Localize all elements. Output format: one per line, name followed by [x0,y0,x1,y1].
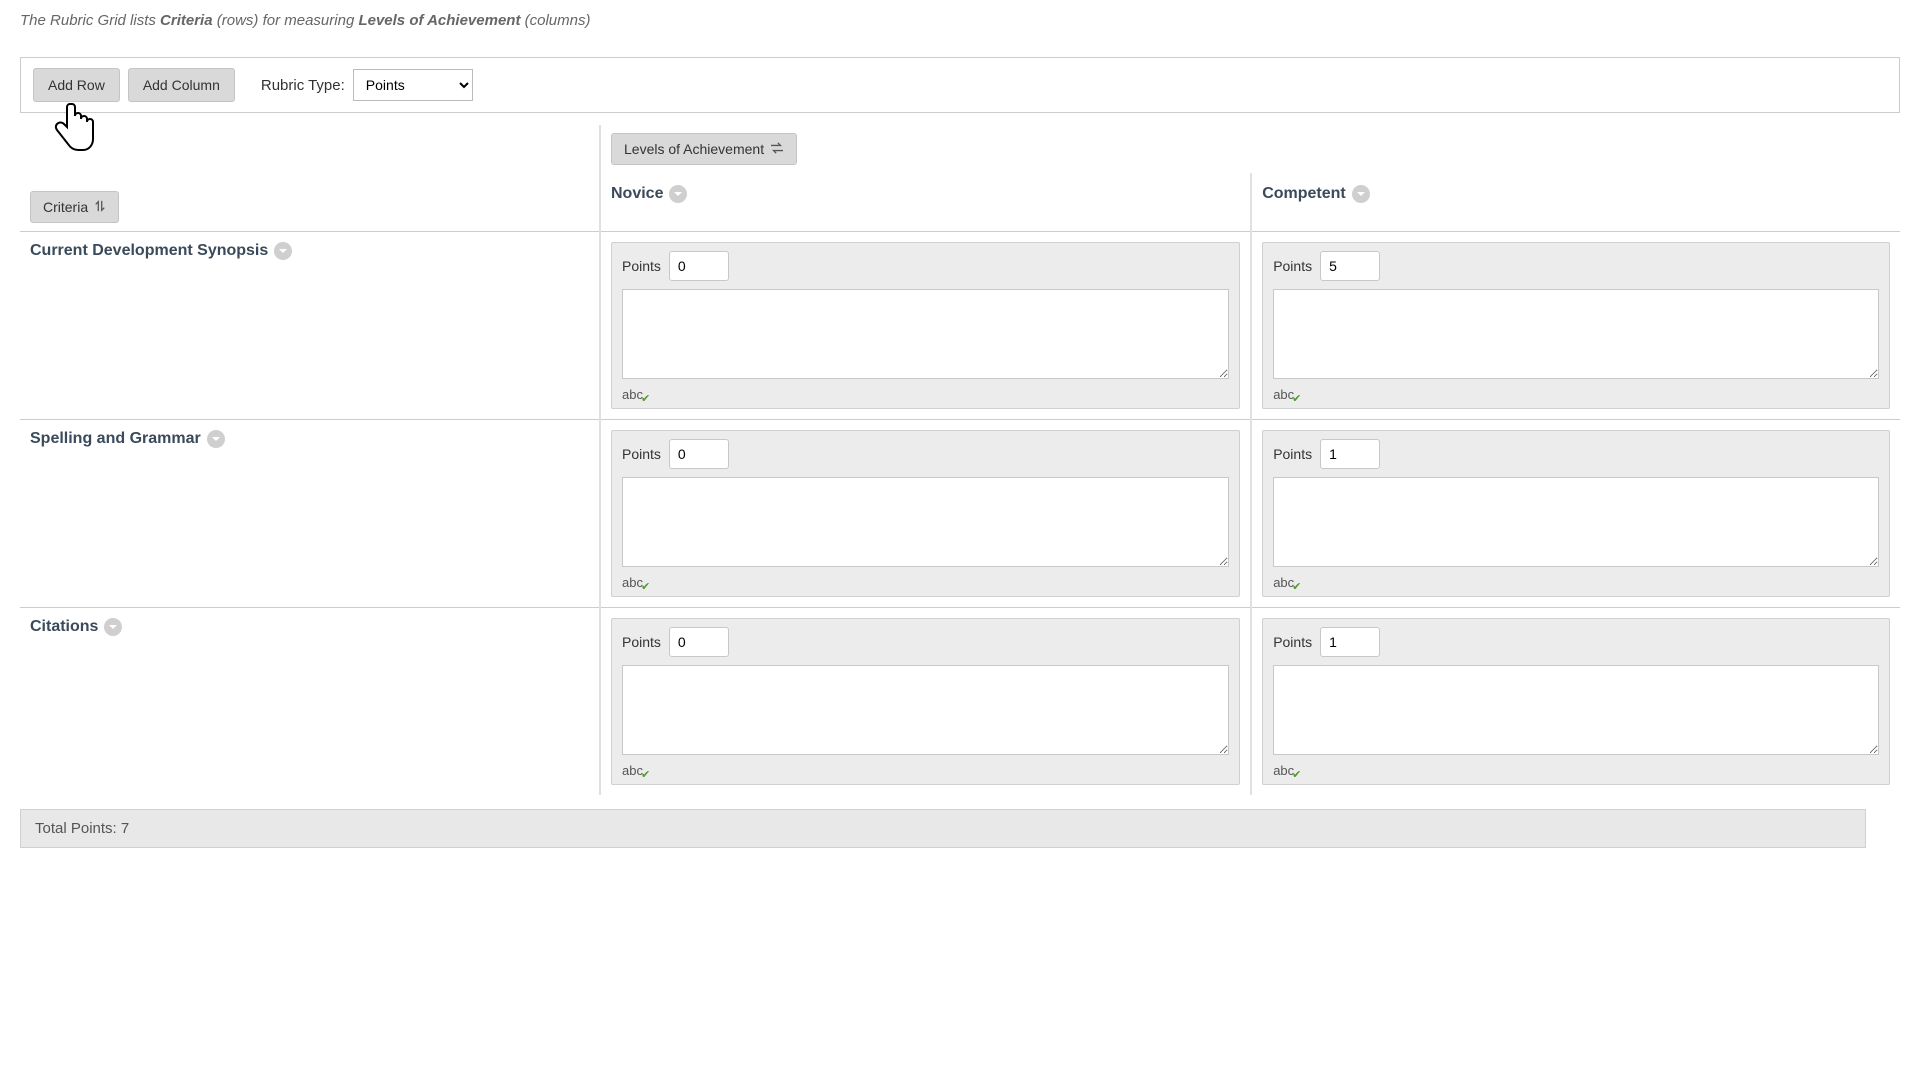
points-input[interactable] [669,439,729,469]
criteria-cell: Citations [20,608,600,796]
intro-part3: (columns) [520,12,590,29]
check-icon: ✔ [1292,770,1301,781]
rubric-grid: Levels of Achievement Criteria Novice [20,125,1900,795]
abc-text: abc [1273,576,1294,589]
points-label: Points [622,634,661,650]
rubric-cell: Points abc✔ [600,420,1251,608]
criteria-title: Spelling and Grammar [30,430,201,448]
intro-text: The Rubric Grid lists Criteria (rows) fo… [20,12,1900,29]
check-icon: ✔ [641,770,650,781]
levels-of-achievement-chip[interactable]: Levels of Achievement [611,133,797,165]
total-points-text: Total Points: 7 [35,820,129,837]
criteria-chip-cell: Criteria [20,173,600,232]
intro-part1: The Rubric Grid lists [20,12,160,29]
spellcheck-button[interactable]: abc✔ [622,576,652,589]
intro-part2: (rows) for measuring [213,12,359,29]
empty-corner-top [20,125,600,173]
toolbar: Add Row Add Column Rubric Type: Points [20,57,1900,113]
description-textarea[interactable] [622,289,1229,379]
rubric-cell: Points abc✔ [1251,608,1900,796]
abc-text: abc [622,576,643,589]
column-headers-row: Criteria Novice Competent [20,173,1900,232]
rubric-cell: Points abc✔ [600,232,1251,420]
description-textarea[interactable] [622,477,1229,567]
column-title-novice: Novice [611,185,663,203]
description-textarea[interactable] [1273,477,1879,567]
intro-criteria-bold: Criteria [160,12,213,29]
levels-chip-label: Levels of Achievement [624,141,764,157]
abc-text: abc [1273,388,1294,401]
description-textarea[interactable] [1273,289,1879,379]
add-row-button[interactable]: Add Row [33,68,120,102]
points-input[interactable] [1320,251,1380,281]
rubric-type-label: Rubric Type: [261,77,345,94]
criteria-menu[interactable] [274,242,292,260]
description-textarea[interactable] [1273,665,1879,755]
criteria-title: Current Development Synopsis [30,242,268,260]
levels-chip-cell: Levels of Achievement [600,125,1900,173]
spellcheck-button[interactable]: abc✔ [1273,388,1303,401]
total-points-bar: Total Points: 7 [20,809,1866,848]
spellcheck-button[interactable]: abc✔ [1273,576,1303,589]
criteria-title: Citations [30,618,98,636]
column-menu-competent[interactable] [1352,185,1370,203]
criteria-chip[interactable]: Criteria [30,191,119,223]
spellcheck-button[interactable]: abc✔ [622,764,652,777]
criteria-row: Current Development Synopsis Points abc✔ [20,232,1900,420]
points-input[interactable] [669,627,729,657]
points-input[interactable] [1320,439,1380,469]
rubric-cell: Points abc✔ [600,608,1251,796]
points-label: Points [1273,634,1312,650]
points-label: Points [1273,446,1312,462]
swap-horizontal-icon [770,141,784,157]
points-input[interactable] [669,251,729,281]
description-textarea[interactable] [622,665,1229,755]
points-label: Points [622,258,661,274]
criteria-row: Spelling and Grammar Points abc✔ [20,420,1900,608]
spellcheck-button[interactable]: abc✔ [622,388,652,401]
abc-text: abc [622,388,643,401]
column-header-competent: Competent [1251,173,1900,232]
abc-text: abc [622,764,643,777]
check-icon: ✔ [1292,394,1301,405]
points-label: Points [622,446,661,462]
criteria-row: Citations Points abc✔ Points [20,608,1900,796]
add-column-button[interactable]: Add Column [128,68,235,102]
criteria-menu[interactable] [207,430,225,448]
rubric-cell: Points abc✔ [1251,420,1900,608]
column-header-novice: Novice [600,173,1251,232]
levels-chip-row: Levels of Achievement [20,125,1900,173]
sort-vertical-icon [94,199,106,215]
criteria-chip-label: Criteria [43,199,88,215]
spellcheck-button[interactable]: abc✔ [1273,764,1303,777]
rubric-type-select[interactable]: Points [353,69,473,101]
check-icon: ✔ [1292,582,1301,593]
points-input[interactable] [1320,627,1380,657]
check-icon: ✔ [641,394,650,405]
intro-levels-bold: Levels of Achievement [358,12,520,29]
abc-text: abc [1273,764,1294,777]
criteria-menu[interactable] [104,618,122,636]
criteria-cell: Spelling and Grammar [20,420,600,608]
points-label: Points [1273,258,1312,274]
column-title-competent: Competent [1262,185,1346,203]
column-menu-novice[interactable] [669,185,687,203]
rubric-cell: Points abc✔ [1251,232,1900,420]
criteria-cell: Current Development Synopsis [20,232,600,420]
check-icon: ✔ [641,582,650,593]
